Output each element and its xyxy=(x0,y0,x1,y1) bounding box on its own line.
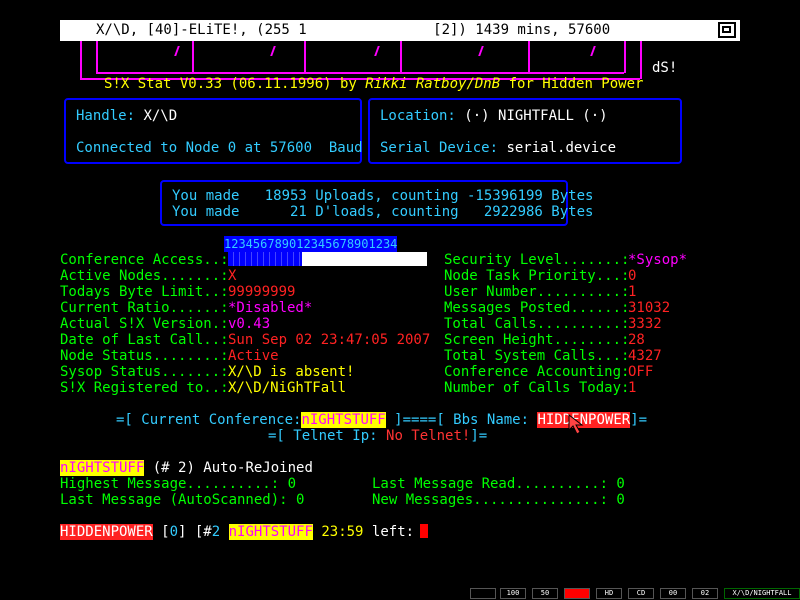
stat-row: Security Level.......: xyxy=(444,252,629,268)
stat-value: Active xyxy=(228,348,279,364)
last-message-scanned: Last Message (AutoScanned): 0 xyxy=(60,492,305,508)
stat-row: Node Task Priority...: xyxy=(444,268,629,284)
stat-value: X/\D/NiGhTFall xyxy=(228,380,347,396)
access-fill xyxy=(228,252,302,266)
stat-value: X/\D is absent! xyxy=(228,364,355,380)
last-message-read: Last Message Read..........: 0 xyxy=(372,476,625,492)
stat-label: Current Ratio......: xyxy=(60,300,229,316)
stat-row: S!X Registered to..: xyxy=(60,380,229,396)
stat-label: Screen Height........: xyxy=(444,332,630,348)
stat-row: Current Ratio......: xyxy=(60,300,229,316)
stat-label: S!X Registered to..: xyxy=(60,380,229,396)
stat-row: Node Status........: xyxy=(60,348,229,364)
telnet-line: =[ Telnet Ip: No Telnet!]= xyxy=(268,428,488,444)
text-cursor[interactable] xyxy=(420,524,428,538)
status-slot-50: 50 xyxy=(532,588,558,599)
stat-value: 1 xyxy=(628,284,637,300)
status-user: X/\D/NIGHTFALL xyxy=(724,588,800,599)
stat-label: Todays Byte Limit..: xyxy=(60,284,229,300)
highest-message: Highest Message..........: 0 xyxy=(60,476,297,492)
status-slot-red xyxy=(564,588,590,599)
conference-access-bar xyxy=(228,252,427,266)
status-slot-02: 02 xyxy=(692,588,718,599)
stat-value: 4327 xyxy=(628,348,662,364)
status-bar: 100 50 HD CD 00 02 X/\D/NIGHTFALL xyxy=(0,588,800,600)
stat-label: Number of Calls Today: xyxy=(444,380,630,396)
stat-row: Messages Posted......: xyxy=(444,300,629,316)
stat-value: 1 xyxy=(628,380,637,396)
conf-rejoin-line: nIGHTSTUFF (# 2) Auto-ReJoined xyxy=(60,460,313,476)
stat-value: OFF xyxy=(628,364,654,380)
stat-row: Total Calls..........: xyxy=(444,316,629,332)
stat-value: 3332 xyxy=(628,316,662,332)
stat-row: Sysop Status.......: xyxy=(60,364,229,380)
window-depth-icon[interactable] xyxy=(718,22,736,38)
access-ticks: 123456789012345678901234 xyxy=(224,236,398,252)
conference-name: nIGHTSTUFF xyxy=(301,412,386,428)
stat-value: *Disabled* xyxy=(228,300,313,316)
ds-label: dS! xyxy=(652,60,678,76)
downloads-line: You made 21 D'loads, counting 2922986 By… xyxy=(172,204,594,220)
stat-label: Total Calls..........: xyxy=(444,316,630,332)
mouse-pointer-icon xyxy=(568,414,584,435)
stat-row: Todays Byte Limit..: xyxy=(60,284,229,300)
stat-label: Node Task Priority...: xyxy=(444,268,630,284)
stat-value: 99999999 xyxy=(228,284,296,300)
stat-label: Actual S!X Version.: xyxy=(60,316,229,332)
status-slot-blank xyxy=(470,588,496,599)
handle-row: Handle: X/\D xyxy=(76,108,178,124)
stat-label: Total System Calls...: xyxy=(444,348,630,364)
stat-label: Node Status........: xyxy=(60,348,229,364)
stat-row: User Number..........: xyxy=(444,284,629,300)
uploads-line: You made 18953 Uploads, counting -153961… xyxy=(172,188,594,204)
stat-label: Messages Posted......: xyxy=(444,300,630,316)
window-title-bar[interactable]: X/\D, [40]-ELiTE!, (255 1 [2]) 1439 mins… xyxy=(60,20,740,41)
new-messages: New Messages...............: 0 xyxy=(372,492,625,508)
stat-value: 31032 xyxy=(628,300,671,316)
stat-value: Sun Sep 02 23:47:05 2007 xyxy=(228,332,431,348)
stat-row: Conference Accounting: xyxy=(444,364,629,380)
status-slot-hd: HD xyxy=(596,588,622,599)
location-row: Location: (·) NIGHTFALL (·) xyxy=(380,108,608,124)
stat-value: v0.43 xyxy=(228,316,271,332)
stat-label: Active Nodes.......: xyxy=(60,268,229,284)
stat-label: Conference Accounting: xyxy=(444,364,630,380)
title-text: X/\D, [40]-ELiTE!, (255 1 [2]) 1439 mins… xyxy=(96,22,611,38)
status-slot-cd: CD xyxy=(628,588,654,599)
stat-label: Date of Last Call..: xyxy=(60,332,229,348)
stat-row: Conference Access..: xyxy=(60,252,229,268)
stat-row: Screen Height........: xyxy=(444,332,629,348)
stat-label: User Number..........: xyxy=(444,284,630,300)
stat-label: Sysop Status.......: xyxy=(60,364,229,380)
status-slot-00: 00 xyxy=(660,588,686,599)
stat-row: Total System Calls...: xyxy=(444,348,629,364)
stat-value: X xyxy=(228,268,237,284)
stat-row: Active Nodes.......: xyxy=(60,268,229,284)
stat-row: Date of Last Call..: xyxy=(60,332,229,348)
stat-value: 0 xyxy=(628,268,637,284)
serial-row: Serial Device: serial.device xyxy=(380,140,617,156)
stat-label: Conference Access..: xyxy=(60,252,229,268)
connection-row: Connected to Node 0 at 57600 Baud xyxy=(76,140,363,156)
stat-row: Number of Calls Today: xyxy=(444,380,629,396)
stat-row: Actual S!X Version.: xyxy=(60,316,229,332)
stat-header: S!X Stat V0.33 (06.11.1996) by Rikki Rat… xyxy=(104,76,644,92)
command-prompt[interactable]: HIDDENPOWER [0] [#2 nIGHTSTUFF 23:59 lef… xyxy=(60,524,414,540)
status-slot-100: 100 xyxy=(500,588,526,599)
stat-label: Security Level.......: xyxy=(444,252,630,268)
stat-value: 28 xyxy=(628,332,645,348)
stat-value: *Sysop* xyxy=(628,252,688,268)
